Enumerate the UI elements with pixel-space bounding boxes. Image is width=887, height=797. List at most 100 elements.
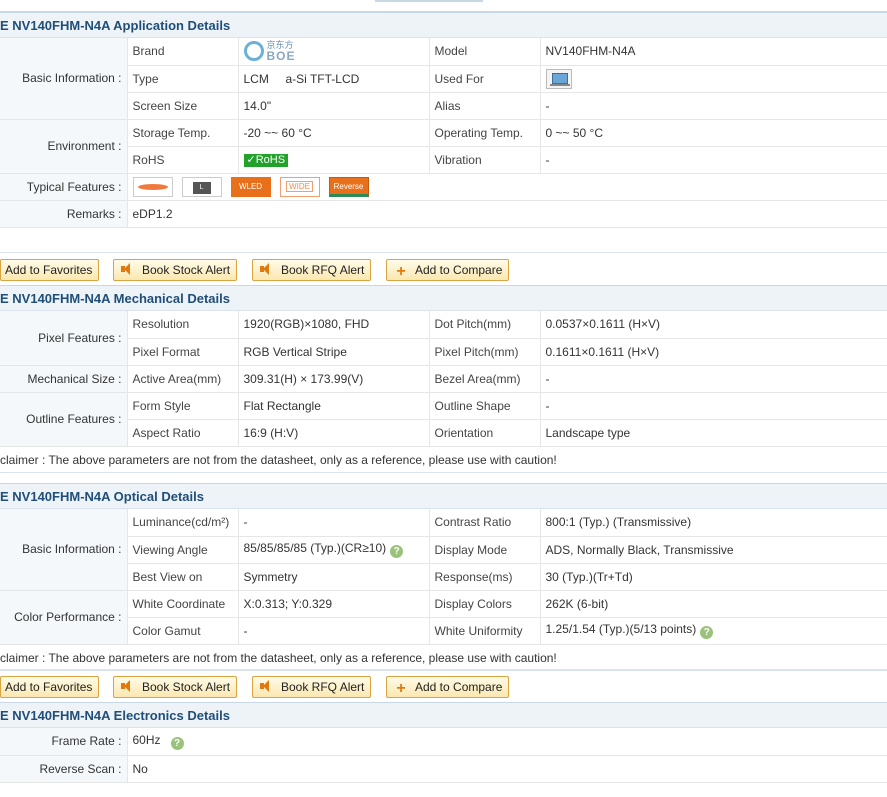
book-stock-alert-button[interactable]: Book Stock Alert — [113, 676, 238, 698]
add-to-compare-label: Add to Compare — [415, 680, 503, 694]
book-rfq-alert-label: Book RFQ Alert — [281, 680, 365, 694]
feature-wide-label: WIDE — [286, 180, 313, 192]
display-colors-value: 262K (6-bit) — [540, 590, 887, 618]
speaker-icon — [259, 262, 275, 276]
add-to-favorites-button[interactable]: Add to Favorites — [0, 259, 100, 281]
feature-wide-icon[interactable]: WIDE — [279, 176, 320, 197]
viewing-angle-cell: 85/85/85/85 (Typ.)(CR≥10)? — [238, 536, 430, 564]
speaker-icon — [120, 262, 136, 276]
feature-flat-icon[interactable] — [132, 176, 173, 197]
screen-size-value: 14.0" — [238, 92, 430, 120]
application-details-table: Basic Information : Brand 京东方 BOE Model N… — [0, 38, 887, 228]
reverse-scan-value: No — [127, 755, 887, 783]
add-to-compare-label: Add to Compare — [415, 263, 503, 277]
application-details-title: E NV140FHM-N4A Application Details — [0, 12, 887, 38]
book-stock-alert-label: Book Stock Alert — [142, 263, 231, 277]
color-gamut-label: Color Gamut — [127, 617, 239, 645]
add-to-compare-button[interactable]: + Add to Compare — [386, 259, 510, 281]
mechanical-details-table: Pixel Features : Resolution 1920(RGB)×10… — [0, 311, 887, 447]
bezel-area-value: - — [540, 365, 887, 393]
table-row: Type LCM a-Si TFT-LCD Used For — [0, 65, 887, 93]
electronics-details-table: Frame Rate : 60Hz? Reverse Scan : No — [0, 728, 887, 783]
rohs-badge: ✓RoHS — [243, 154, 289, 167]
mechanical-details-section: E NV140FHM-N4A Mechanical Details Pixel … — [0, 285, 887, 473]
reverse-scan-label: Reverse Scan : — [0, 755, 128, 783]
frame-rate-cell: 60Hz? — [127, 728, 887, 756]
orientation-label: Orientation — [429, 419, 541, 447]
model-label: Model — [429, 38, 541, 66]
help-icon[interactable]: ? — [700, 626, 714, 639]
table-row: Pixel Features : Resolution 1920(RGB)×10… — [0, 311, 887, 366]
feature-l-label: L — [192, 181, 211, 194]
white-uniformity-cell: 1.25/1.54 (Typ.)(5/13 points)? — [540, 617, 887, 645]
resolution-value: 1920(RGB)×1080, FHD — [238, 311, 430, 339]
table-row: Environment : Storage Temp. -20 ~~ 60 °C… — [0, 119, 887, 174]
table-row: Pixel Format RGB Vertical Stripe Pixel P… — [0, 338, 887, 366]
application-details-section: E NV140FHM-N4A Application Details Basic… — [0, 12, 887, 228]
white-uniformity-value: 1.25/1.54 (Typ.)(5/13 points) — [545, 622, 697, 636]
book-rfq-alert-button[interactable]: Book RFQ Alert — [252, 259, 372, 281]
form-style-value: Flat Rectangle — [238, 392, 430, 420]
white-coordinate-label: White Coordinate — [127, 590, 239, 618]
storage-temp-label: Storage Temp. — [127, 119, 239, 147]
table-row: Screen Size 14.0" Alias - — [0, 92, 887, 120]
book-stock-alert-label: Book Stock Alert — [142, 680, 231, 694]
group-outline-features: Outline Features : — [0, 392, 128, 447]
mechanical-details-title: E NV140FHM-N4A Mechanical Details — [0, 285, 887, 311]
feature-reverse-icon[interactable]: Reverse — [328, 176, 369, 197]
top-tab-strip — [0, 0, 887, 12]
table-row: Mechanical Size : Active Area(mm) 309.31… — [0, 365, 887, 393]
boe-logo[interactable]: 京东方 BOE — [243, 40, 296, 62]
viewing-angle-label: Viewing Angle — [127, 536, 239, 564]
white-coordinate-value: X:0.313; Y:0.329 — [238, 590, 430, 618]
aspect-ratio-value: 16:9 (H:V) — [238, 419, 430, 447]
group-typical-features: Typical Features : — [0, 173, 128, 201]
outline-shape-label: Outline Shape — [429, 392, 541, 420]
action-bar-top: Add to Favorites Book Stock Alert Book R… — [0, 252, 887, 284]
operating-temp-label: Operating Temp. — [429, 119, 541, 147]
book-stock-alert-button[interactable]: Book Stock Alert — [113, 259, 238, 281]
table-row: Basic Information : Luminance(cd/m²) - C… — [0, 509, 887, 591]
pixel-format-label: Pixel Format — [127, 338, 239, 366]
feature-wled-icon[interactable]: WLED — [230, 176, 271, 197]
frame-rate-value: 60Hz — [132, 732, 161, 747]
table-row: RoHS ✓RoHS Vibration - — [0, 146, 887, 174]
plus-icon: + — [396, 263, 406, 280]
color-gamut-value: - — [238, 617, 430, 645]
dot-pitch-label: Dot Pitch(mm) — [429, 311, 541, 339]
table-row: Viewing Angle 85/85/85/85 (Typ.)(CR≥10)?… — [0, 536, 887, 564]
optical-details-section: E NV140FHM-N4A Optical Details Basic Inf… — [0, 483, 887, 671]
brand-label: Brand — [127, 38, 239, 66]
add-to-favorites-button[interactable]: Add to Favorites — [0, 676, 100, 698]
display-mode-label: Display Mode — [429, 536, 541, 564]
laptop-icon[interactable] — [545, 68, 572, 89]
active-area-value: 309.31(H) × 173.99(V) — [238, 365, 430, 393]
book-rfq-alert-label: Book RFQ Alert — [281, 263, 365, 277]
group-environment: Environment : — [0, 119, 128, 174]
model-value: NV140FHM-N4A — [540, 38, 887, 66]
help-icon[interactable]: ? — [390, 545, 404, 558]
book-rfq-alert-button[interactable]: Book RFQ Alert — [252, 676, 372, 698]
contrast-ratio-value: 800:1 (Typ.) (Transmissive) — [540, 509, 887, 537]
vibration-value: - — [540, 146, 887, 174]
form-style-label: Form Style — [127, 392, 239, 420]
white-uniformity-label: White Uniformity — [429, 617, 541, 645]
alias-label: Alias — [429, 92, 541, 120]
best-view-label: Best View on — [127, 563, 239, 591]
feature-l-icon[interactable]: L — [181, 176, 222, 197]
table-row: Outline Features : Form Style Flat Recta… — [0, 392, 887, 447]
group-remarks: Remarks : — [0, 200, 128, 228]
add-to-compare-button[interactable]: + Add to Compare — [386, 676, 510, 698]
alias-value: - — [540, 92, 887, 120]
pixel-pitch-value: 0.1611×0.1611 (H×V) — [540, 338, 887, 366]
typical-features-icons: L WLED WIDE Reverse — [127, 173, 887, 201]
resolution-label: Resolution — [127, 311, 239, 339]
storage-temp-value: -20 ~~ 60 °C — [238, 119, 430, 147]
orientation-value: Landscape type — [540, 419, 887, 447]
pixel-pitch-label: Pixel Pitch(mm) — [429, 338, 541, 366]
display-colors-label: Display Colors — [429, 590, 541, 618]
help-icon[interactable]: ? — [170, 736, 184, 750]
pixel-format-value: RGB Vertical Stripe — [238, 338, 430, 366]
optical-details-title: E NV140FHM-N4A Optical Details — [0, 483, 887, 509]
response-value: 30 (Typ.)(Tr+Td) — [540, 563, 887, 591]
